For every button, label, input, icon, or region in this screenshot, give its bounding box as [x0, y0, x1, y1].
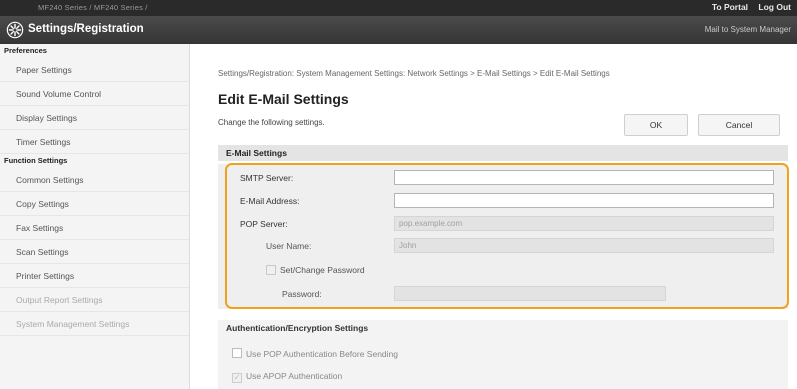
pop-auth-checkbox[interactable]: [232, 348, 242, 358]
sidebar-item-copy-settings[interactable]: Copy Settings: [0, 192, 189, 216]
sidebar: Preferences Paper Settings Sound Volume …: [0, 44, 190, 389]
auth-encryption-section: Authentication/Encryption Settings Use P…: [218, 320, 788, 389]
top-bar: MF240 Series / MF240 Series / To Portal …: [0, 0, 797, 16]
sidebar-item-common-settings[interactable]: Common Settings: [0, 168, 189, 192]
sidebar-group-function-settings: Function Settings: [4, 156, 68, 165]
log-out-link[interactable]: Log Out: [758, 2, 791, 12]
sidebar-item-timer-settings[interactable]: Timer Settings: [0, 130, 189, 154]
sidebar-item-display-settings[interactable]: Display Settings: [0, 106, 189, 130]
pop-auth-label: Use POP Authentication Before Sending: [246, 349, 398, 359]
sidebar-item-fax-settings[interactable]: Fax Settings: [0, 216, 189, 240]
sidebar-item-printer-settings[interactable]: Printer Settings: [0, 264, 189, 288]
sidebar-item-output-report-settings[interactable]: Output Report Settings: [0, 288, 189, 312]
sidebar-group-preferences: Preferences: [4, 46, 47, 55]
sidebar-item-system-management-settings[interactable]: System Management Settings: [0, 312, 189, 336]
gear-icon: [6, 21, 24, 39]
breadcrumb: Settings/Registration: System Management…: [218, 69, 610, 78]
apop-auth-checkbox[interactable]: ✓: [232, 373, 242, 383]
to-portal-link[interactable]: To Portal: [712, 2, 748, 12]
device-name: MF240 Series / MF240 Series /: [38, 3, 148, 12]
sidebar-item-scan-settings[interactable]: Scan Settings: [0, 240, 189, 264]
email-settings-section-header: E-Mail Settings: [218, 145, 788, 161]
cancel-button[interactable]: Cancel: [698, 114, 780, 136]
sidebar-item-paper-settings[interactable]: Paper Settings: [0, 58, 189, 82]
apop-auth-label: Use APOP Authentication: [246, 371, 343, 381]
sidebar-item-sound-volume-control[interactable]: Sound Volume Control: [0, 82, 189, 106]
highlight-frame: [225, 163, 789, 309]
top-links: To Portal Log Out: [704, 2, 791, 12]
page-instructions: Change the following settings.: [218, 118, 325, 127]
apop-auth-row[interactable]: ✓ Use APOP Authentication: [232, 370, 342, 383]
header: Settings/Registration Mail to System Man…: [0, 16, 797, 44]
mail-system-manager-link[interactable]: Mail to System Manager: [705, 25, 791, 34]
auth-encryption-section-header: Authentication/Encryption Settings: [226, 323, 369, 333]
ok-button[interactable]: OK: [624, 114, 688, 136]
pop-auth-row[interactable]: Use POP Authentication Before Sending: [232, 348, 398, 360]
page-title: Edit E-Mail Settings: [218, 91, 349, 107]
app-title: Settings/Registration: [28, 23, 144, 35]
